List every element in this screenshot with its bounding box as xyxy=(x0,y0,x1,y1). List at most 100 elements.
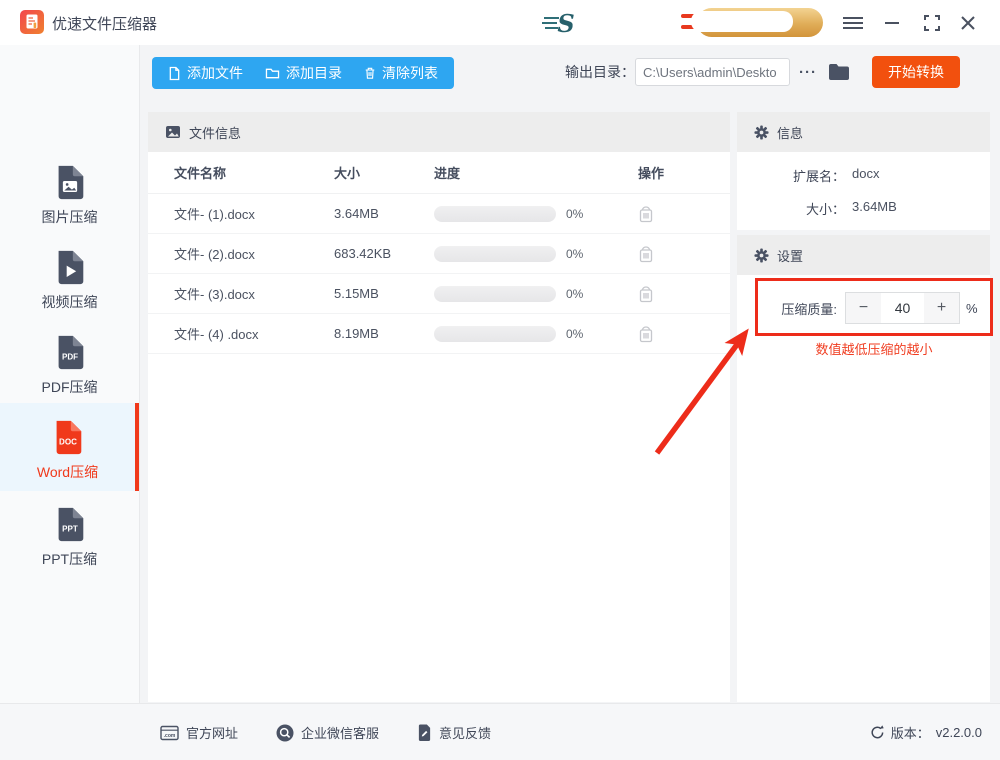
app-logo-icon xyxy=(20,10,44,34)
col-operation: 操作 xyxy=(632,163,702,182)
wechat-service-link[interactable]: 企业微信客服 xyxy=(276,723,379,742)
quality-stepper: − 40 + xyxy=(845,292,960,324)
settings-panel: 设置 压缩质量: − 40 + % xyxy=(737,235,990,702)
file-name: 文件- (3).docx xyxy=(148,284,334,303)
delete-row-icon[interactable] xyxy=(638,245,654,263)
maximize-icon[interactable] xyxy=(921,12,943,34)
sidebar-item-label: Word压缩 xyxy=(0,462,135,482)
output-directory-cluster: 输出目录： ··· 开始转换 xyxy=(565,55,960,89)
feedback-link[interactable]: 意见反馈 xyxy=(417,723,491,742)
extension-value: docx xyxy=(852,166,879,185)
start-convert-button[interactable]: 开始转换 xyxy=(872,56,960,88)
table-row: 文件- (4) .docx 8.19MB 0% xyxy=(148,314,730,354)
image-file-icon xyxy=(51,163,89,201)
update-icon[interactable] xyxy=(870,725,885,740)
progress-percent: 0% xyxy=(566,207,583,221)
footer-links: .com 官方网址 企业微信客服 意见反馈 xyxy=(160,723,491,742)
quality-decrease-button[interactable]: − xyxy=(845,292,881,324)
sidebar-item-label: PPT压缩 xyxy=(0,549,139,569)
version-area: 版本：v2.2.0.0 xyxy=(870,723,982,742)
sidebar-item-label: 图片压缩 xyxy=(0,207,139,227)
size-row: 大小： 3.64MB xyxy=(737,199,990,218)
sidebar: 图片压缩 视频压缩 PDF PDF压缩 DOC Word压缩 xyxy=(0,45,140,703)
sidebar-item-image-compress[interactable]: 图片压缩 xyxy=(0,159,139,239)
output-directory-input[interactable] xyxy=(635,58,790,86)
open-folder-icon[interactable] xyxy=(828,63,850,81)
file-size: 5.15MB xyxy=(334,286,434,301)
info-panel-title: 信息 xyxy=(777,123,803,142)
speed-s-logo: S xyxy=(542,8,582,43)
svg-text:DOC: DOC xyxy=(59,438,77,447)
output-directory-label: 输出目录： xyxy=(565,62,635,82)
picture-icon xyxy=(165,124,181,140)
delete-row-icon[interactable] xyxy=(638,325,654,343)
svg-text:PPT: PPT xyxy=(62,525,78,534)
progress-bar xyxy=(434,326,556,342)
file-info-panel: 文件信息 文件名称 大小 进度 操作 文件- (1).docx 3.64MB 0… xyxy=(148,112,730,702)
info-panel: 信息 扩展名： docx 大小： 3.64MB xyxy=(737,112,990,230)
info-panel-header: 信息 xyxy=(737,112,990,152)
sidebar-item-video-compress[interactable]: 视频压缩 xyxy=(0,244,139,324)
add-directory-label: 添加目录 xyxy=(286,63,342,83)
vip-button[interactable] xyxy=(697,8,823,37)
progress-percent: 0% xyxy=(566,287,583,301)
quality-value[interactable]: 40 xyxy=(881,292,924,324)
delete-row-icon[interactable] xyxy=(638,205,654,223)
file-name: 文件- (4) .docx xyxy=(148,324,334,343)
progress-bar xyxy=(434,206,556,222)
sidebar-item-word-compress[interactable]: DOC Word压缩 xyxy=(0,403,139,491)
extension-label: 扩展名： xyxy=(737,166,845,185)
ppt-file-icon: PPT xyxy=(51,505,89,543)
progress-percent: 0% xyxy=(566,247,583,261)
file-name: 文件- (2).docx xyxy=(148,244,334,263)
quality-row: 压缩质量: − 40 + % xyxy=(737,292,990,324)
menu-icon[interactable] xyxy=(842,12,864,34)
extension-row: 扩展名： docx xyxy=(737,166,990,185)
progress-bar xyxy=(434,286,556,302)
quality-label: 压缩质量: xyxy=(737,299,837,318)
file-panel-header: 文件信息 xyxy=(148,112,730,152)
progress-bar xyxy=(434,246,556,262)
progress-percent: 0% xyxy=(566,327,583,341)
gear-icon xyxy=(754,248,769,263)
wechat-service-icon xyxy=(276,724,294,742)
minimize-icon[interactable] xyxy=(881,12,903,34)
svg-text:S: S xyxy=(557,9,574,38)
svg-text:.com: .com xyxy=(164,733,176,739)
sidebar-item-ppt-compress[interactable]: PPT PPT压缩 xyxy=(0,501,139,581)
quality-unit: % xyxy=(966,301,978,316)
col-name: 文件名称 xyxy=(148,163,334,182)
clear-list-button[interactable]: 清除列表 xyxy=(364,63,438,83)
file-size: 683.42KB xyxy=(334,246,434,261)
feedback-icon xyxy=(417,724,432,741)
website-icon: .com xyxy=(160,725,179,741)
pdf-file-icon: PDF xyxy=(51,333,89,371)
browse-ellipsis-button[interactable]: ··· xyxy=(799,64,817,81)
add-file-label: 添加文件 xyxy=(187,63,243,83)
version-value: v2.2.0.0 xyxy=(936,725,982,740)
add-file-button[interactable]: 添加文件 xyxy=(168,63,243,83)
delete-row-icon[interactable] xyxy=(638,285,654,303)
annotation-hint-text: 数值越低压缩的越小 xyxy=(752,339,996,358)
svg-text:PDF: PDF xyxy=(61,353,77,362)
size-value: 3.64MB xyxy=(852,199,897,218)
video-file-icon xyxy=(51,248,89,286)
official-website-label: 官方网址 xyxy=(186,723,238,742)
add-directory-button[interactable]: 添加目录 xyxy=(265,63,342,83)
official-website-link[interactable]: .com 官方网址 xyxy=(160,723,238,742)
app-window: 优速文件压缩器 S xyxy=(0,0,1000,760)
settings-panel-title: 设置 xyxy=(777,246,803,265)
file-panel-title: 文件信息 xyxy=(189,123,241,142)
size-label: 大小： xyxy=(737,199,845,218)
sidebar-item-pdf-compress[interactable]: PDF PDF压缩 xyxy=(0,329,139,409)
close-icon[interactable] xyxy=(957,12,979,34)
trash-icon xyxy=(364,66,376,80)
doc-file-icon: DOC xyxy=(49,418,87,456)
sidebar-item-label: 视频压缩 xyxy=(0,292,139,312)
table-row: 文件- (2).docx 683.42KB 0% xyxy=(148,234,730,274)
file-size: 3.64MB xyxy=(334,206,434,221)
title-bar: 优速文件压缩器 S xyxy=(0,0,1000,45)
table-header: 文件名称 大小 进度 操作 xyxy=(148,152,730,194)
app-title: 优速文件压缩器 xyxy=(52,13,157,34)
quality-increase-button[interactable]: + xyxy=(924,292,960,324)
